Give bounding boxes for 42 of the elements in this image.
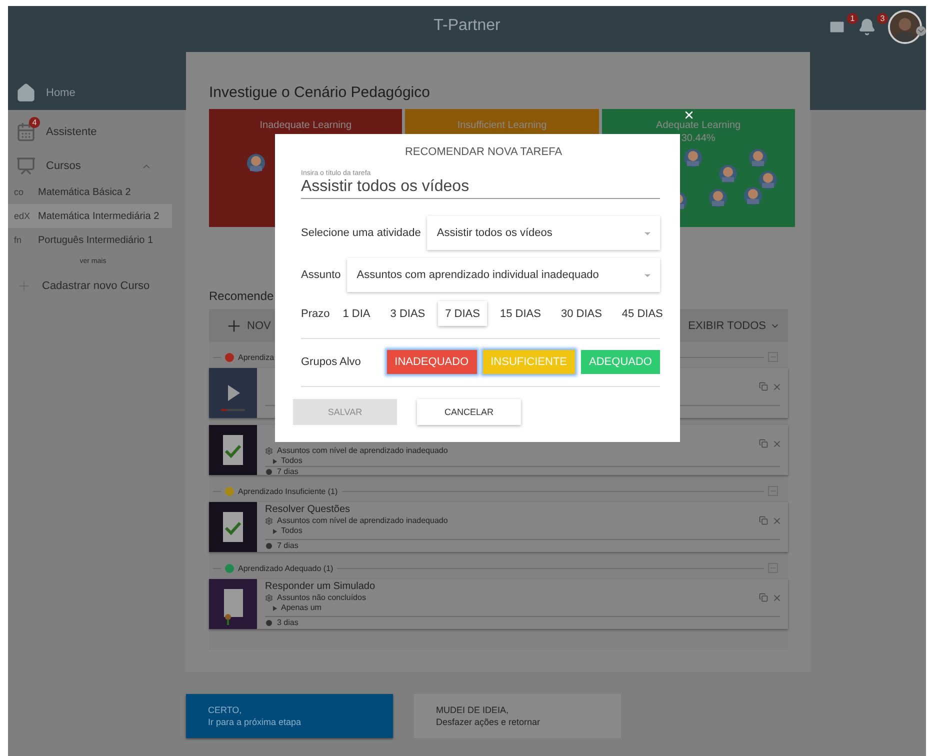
app-title: T-Partner <box>434 17 500 35</box>
course-item[interactable]: co Matemática Básica 2 <box>8 180 172 204</box>
dialog-title: RECOMENDAR NOVA TAREFA <box>404 146 564 158</box>
add-course-link[interactable]: Cadastrar novo Curso <box>42 280 150 292</box>
subject-select[interactable]: Assuntos com aprendizado individual inadequado <box>346 258 660 292</box>
course-item[interactable]: edX Matemática Intermediária 2 <box>8 204 172 228</box>
notification-count: 4 <box>29 117 40 128</box>
assistant-link[interactable]: Assistente <box>46 126 97 138</box>
task-scope: Todos <box>281 526 302 536</box>
task-scope: Apenas um <box>281 603 322 613</box>
field-label: Prazo <box>301 308 330 320</box>
field-label: Assunto <box>301 269 341 281</box>
task-title: Responder um Simulado <box>265 581 376 593</box>
notification-count: 1 <box>847 13 858 24</box>
continue-button[interactable]: CERTO, Ir para a próxima etapa <box>186 694 393 738</box>
deadline-option[interactable]: 7 DIAS <box>438 301 487 326</box>
notification-count: 3 <box>877 13 888 24</box>
section-title: Investigue o Cenário Pedagógico <box>209 84 431 101</box>
task-subject: Assuntos com nível de aprendizado inadequado <box>277 446 448 456</box>
group-label: Aprendizado Insuficiente (1) <box>238 486 338 496</box>
title-input[interactable]: Assistir todos os vídeos <box>301 178 660 199</box>
target-group-toggle[interactable]: ADEQUADO <box>581 350 660 374</box>
task-subject: Assuntos com nível de aprendizado inadequado <box>277 516 448 526</box>
section-title: Recomende <box>209 289 275 303</box>
task-deadline: 7 dias <box>277 541 298 551</box>
course-item[interactable]: fn Português Intermediário 1 <box>8 228 172 252</box>
group-label: Aprendizado Adequado (1) <box>238 564 334 572</box>
task-title: Resolver Questões <box>265 504 352 516</box>
target-group-toggle[interactable]: INADEQUADO <box>386 350 477 374</box>
home-link[interactable]: Home <box>46 87 76 99</box>
new-button[interactable]: NOV <box>247 320 271 332</box>
field-label: Grupos Alvo <box>301 356 362 368</box>
task-deadline: 7 dias <box>277 467 298 477</box>
group-label: Aprendiza <box>238 352 274 362</box>
courses-link[interactable]: Cursos <box>46 160 131 172</box>
task-deadline: 3 dias <box>277 618 298 628</box>
task-subject: Assuntos não concluídos <box>277 593 366 603</box>
show-all-dropdown[interactable]: EXIBIR TODOS <box>688 320 766 332</box>
field-label: Selecione uma atividade <box>301 227 421 239</box>
cancel-button[interactable]: CANCELAR <box>417 399 521 425</box>
undo-button[interactable]: MUDEI DE IDEIA, Desfazer ações e retornar <box>414 694 621 738</box>
task-scope: Todos <box>281 456 302 466</box>
